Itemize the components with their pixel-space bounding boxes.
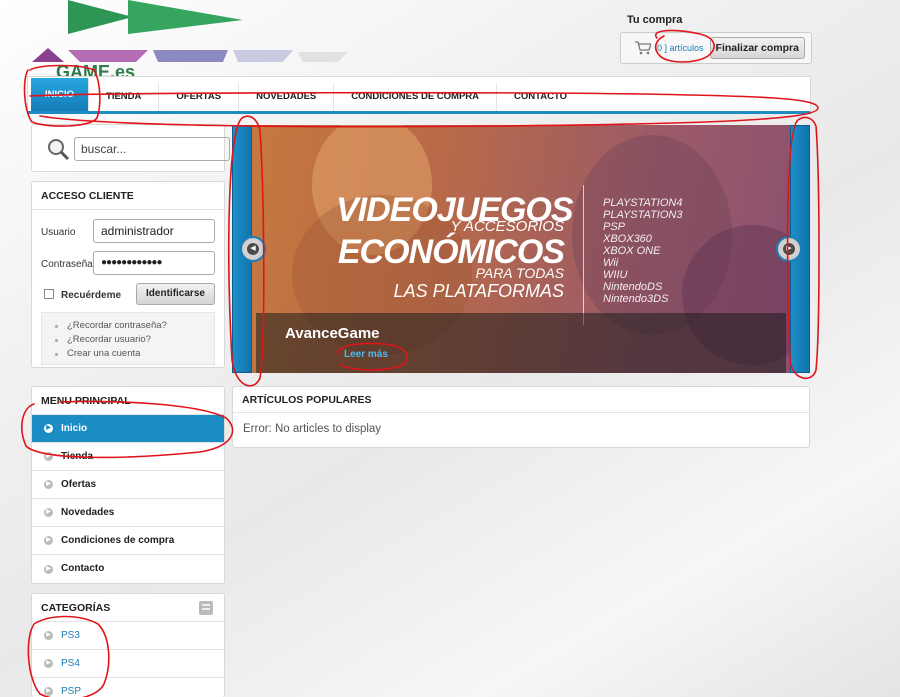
read-more-link[interactable]: Leer más bbox=[344, 349, 388, 360]
platform-item: Nintendo3DS bbox=[603, 293, 669, 305]
logo-arrow-1-icon bbox=[68, 0, 133, 34]
slide-headline-5: LAS PLATAFORMAS bbox=[393, 281, 564, 301]
category-label: PSP bbox=[61, 685, 82, 697]
login-title: ACCESO CLIENTE bbox=[32, 182, 224, 210]
slide-caption: AvanceGame Leer más bbox=[256, 313, 786, 373]
remember-checkbox[interactable] bbox=[44, 289, 54, 299]
menu-item-inicio[interactable]: ▶ Inicio bbox=[32, 415, 224, 443]
checkout-button[interactable]: Finalizar compra bbox=[709, 37, 805, 59]
menu-item-condiciones[interactable]: ▶ Condiciones de compra bbox=[32, 527, 224, 555]
category-ps4[interactable]: ▶ PS4 bbox=[32, 650, 224, 678]
platform-item: XBOX ONE bbox=[603, 245, 661, 257]
arrow-left-icon: ◀ bbox=[247, 243, 259, 255]
menu-item-tienda[interactable]: ▶ Tienda bbox=[32, 443, 224, 471]
menu-item-label: Tienda bbox=[61, 450, 94, 462]
category-psp[interactable]: ▶ PSP bbox=[32, 678, 224, 697]
platform-item: PLAYSTATION3 bbox=[603, 209, 683, 221]
chevron-right-icon: ▶ bbox=[44, 508, 53, 517]
storage-box-icon bbox=[199, 601, 213, 615]
cart-panel: 0 ] artículos Finalizar compra bbox=[620, 32, 812, 64]
site-logo[interactable]: GAME.es bbox=[28, 0, 358, 88]
menu-item-novedades[interactable]: ▶ Novedades bbox=[32, 499, 224, 527]
menu-item-label: Novedades bbox=[61, 506, 115, 518]
remember-label: Recuérdeme bbox=[61, 290, 122, 301]
logo-arrow-2-icon bbox=[128, 0, 243, 34]
categories-title: CATEGORÍAS bbox=[32, 594, 224, 622]
chevron-right-icon: ▶ bbox=[44, 687, 53, 696]
menu-title: MENU PRINCIPAL bbox=[32, 387, 224, 415]
menu-item-label: Contacto bbox=[61, 563, 105, 574]
chevron-right-icon: ▶ bbox=[44, 424, 53, 433]
platform-item: NintendoDS bbox=[603, 281, 663, 293]
chevron-right-icon: ▶ bbox=[44, 452, 53, 461]
hero-slider: VIDEOJUEGOS Y ACCESORIOS ECONÓMICOS PARA… bbox=[232, 125, 810, 373]
main-menu-box: MENU PRINCIPAL ▶ Inicio ▶ Tienda ▶ Ofertas … bbox=[31, 386, 225, 584]
login-box: ACCESO CLIENTE Usuario administrador Con… bbox=[31, 181, 225, 368]
search-box: buscar... bbox=[31, 124, 230, 172]
slider-prev-button[interactable]: ◀ bbox=[240, 236, 266, 262]
login-button[interactable]: Identificarse bbox=[136, 283, 215, 305]
categories-box: CATEGORÍAS ▶ PS3 ▶ PS4 ▶ PSP bbox=[31, 593, 225, 697]
password-label: Contraseña bbox=[41, 259, 93, 270]
forgot-password-link[interactable]: ¿Recordar contraseña? bbox=[42, 319, 214, 333]
username-label: Usuario bbox=[41, 227, 76, 238]
menu-item-label: Inicio bbox=[61, 422, 88, 434]
nav-item-tienda[interactable]: TIENDA bbox=[89, 83, 160, 111]
chevron-right-icon: ▶ bbox=[44, 480, 53, 489]
search-icon bbox=[48, 139, 70, 161]
shopping-cart-icon bbox=[635, 41, 651, 55]
popular-title: ARTÍCULOS POPULARES bbox=[233, 387, 809, 413]
platform-item: PLAYSTATION4 bbox=[603, 197, 683, 209]
nav-item-novedades[interactable]: NOVEDADES bbox=[239, 83, 335, 111]
slide-headline-2: Y ACCESORIOS bbox=[450, 218, 564, 235]
search-input[interactable]: buscar... bbox=[74, 137, 230, 161]
slider-next-button[interactable]: ▶ bbox=[776, 236, 802, 262]
category-label: PS4 bbox=[61, 657, 80, 669]
chevron-right-icon: ▶ bbox=[44, 631, 53, 640]
chevron-right-icon: ▶ bbox=[44, 659, 53, 668]
slide-headline-3: ECONÓMICOS bbox=[337, 233, 565, 271]
platform-item: XBOX360 bbox=[603, 233, 652, 245]
slide-divider bbox=[583, 185, 584, 325]
login-links: ¿Recordar contraseña? ¿Recordar usuario?… bbox=[41, 312, 215, 365]
cart-title: Tu compra bbox=[627, 14, 683, 26]
main-nav: INICIO TIENDA OFERTAS NOVEDADES CONDICIO… bbox=[27, 76, 811, 114]
chevron-right-icon: ▶ bbox=[44, 536, 53, 545]
arrow-right-icon: ▶ bbox=[783, 243, 795, 255]
nav-item-contacto[interactable]: CONTACTO bbox=[497, 83, 584, 111]
platform-list: PLAYSTATION4 PLAYSTATION3 PSP XBOX360 XB… bbox=[603, 197, 682, 305]
slide-headline-4: PARA TODAS bbox=[475, 265, 564, 281]
popular-articles-box: ARTÍCULOS POPULARES Error: No articles t… bbox=[232, 386, 810, 448]
cart-widget: Tu compra 0 ] artículos Finalizar compra bbox=[620, 10, 812, 64]
menu-item-contacto[interactable]: ▶ Contacto bbox=[32, 555, 224, 583]
cart-count-link[interactable]: 0 ] artículos bbox=[657, 43, 704, 53]
forgot-username-link[interactable]: ¿Recordar usuario? bbox=[42, 333, 214, 347]
password-field[interactable]: ●●●●●●●●●●●● bbox=[93, 251, 215, 275]
nav-item-condiciones[interactable]: CONDICIONES DE COMPRA bbox=[334, 83, 498, 111]
category-label: PS3 bbox=[61, 629, 80, 641]
platform-item: Wii bbox=[603, 257, 619, 269]
slide-caption-title: AvanceGame bbox=[285, 325, 380, 342]
popular-error-message: Error: No articles to display bbox=[243, 423, 382, 435]
platform-item: WIIU bbox=[603, 269, 628, 281]
menu-item-ofertas[interactable]: ▶ Ofertas bbox=[32, 471, 224, 499]
create-account-link[interactable]: Crear una cuenta bbox=[42, 347, 214, 361]
username-field[interactable]: administrador bbox=[93, 219, 215, 243]
nav-item-ofertas[interactable]: OFERTAS bbox=[159, 83, 240, 111]
nav-item-inicio[interactable]: INICIO bbox=[31, 78, 90, 111]
menu-item-label: Ofertas bbox=[61, 478, 97, 490]
category-ps3[interactable]: ▶ PS3 bbox=[32, 622, 224, 650]
chevron-right-icon: ▶ bbox=[44, 564, 53, 574]
menu-item-label: Condiciones de compra bbox=[61, 534, 175, 546]
platform-item: PSP bbox=[603, 221, 626, 233]
